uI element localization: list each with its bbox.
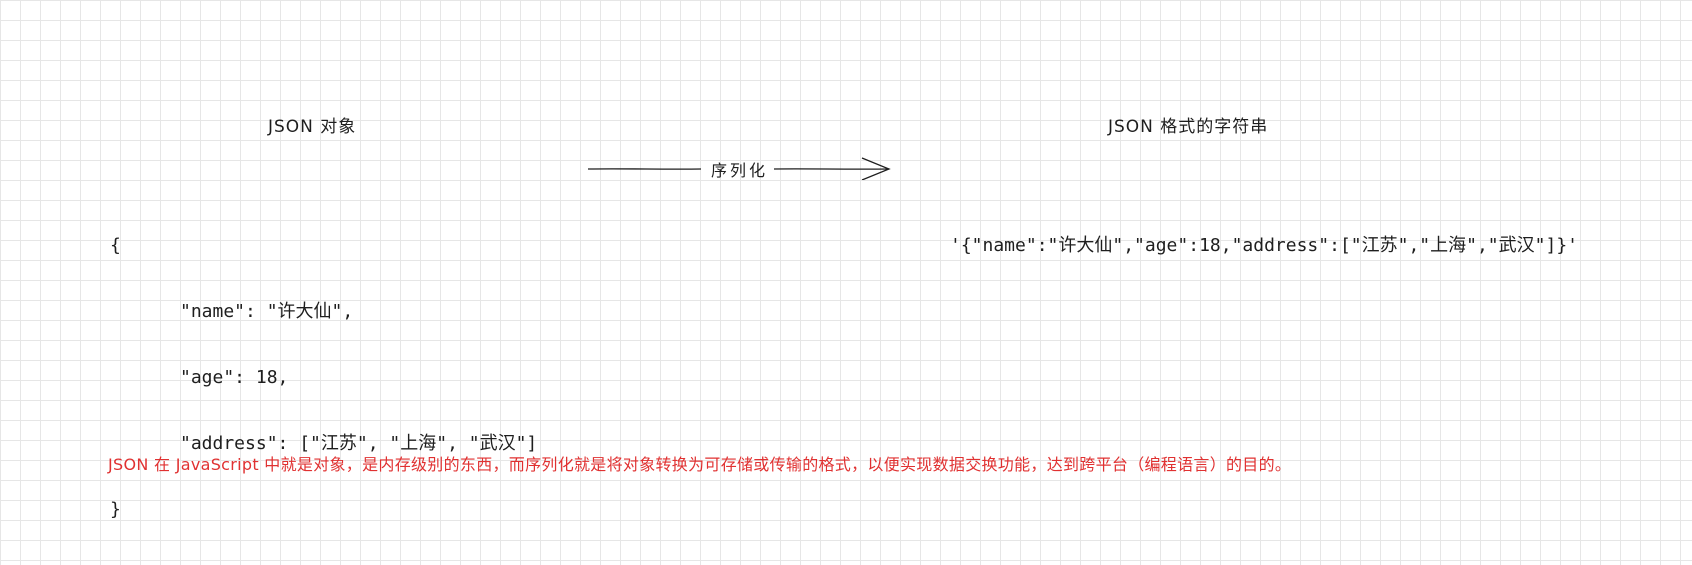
json-object-code: { "name": "许大仙", "age": 18, "address": [… <box>110 191 537 565</box>
json-string-value: '{"name":"许大仙","age":18,"address":["江苏",… <box>950 231 1578 257</box>
code-line-open-brace: { <box>110 235 537 257</box>
json-string-title: JSON 格式的字符串 <box>1108 112 1268 137</box>
json-object-title: JSON 对象 <box>268 112 356 137</box>
code-line-name: "name": "许大仙", <box>110 301 537 323</box>
code-line-age: "age": 18, <box>110 367 537 389</box>
arrow-label: 序列化 <box>711 157 768 181</box>
code-line-close-brace: } <box>110 499 537 521</box>
explanation-note: JSON 在 JavaScript 中就是对象，是内存级别的东西，而序列化就是将… <box>108 451 1291 475</box>
